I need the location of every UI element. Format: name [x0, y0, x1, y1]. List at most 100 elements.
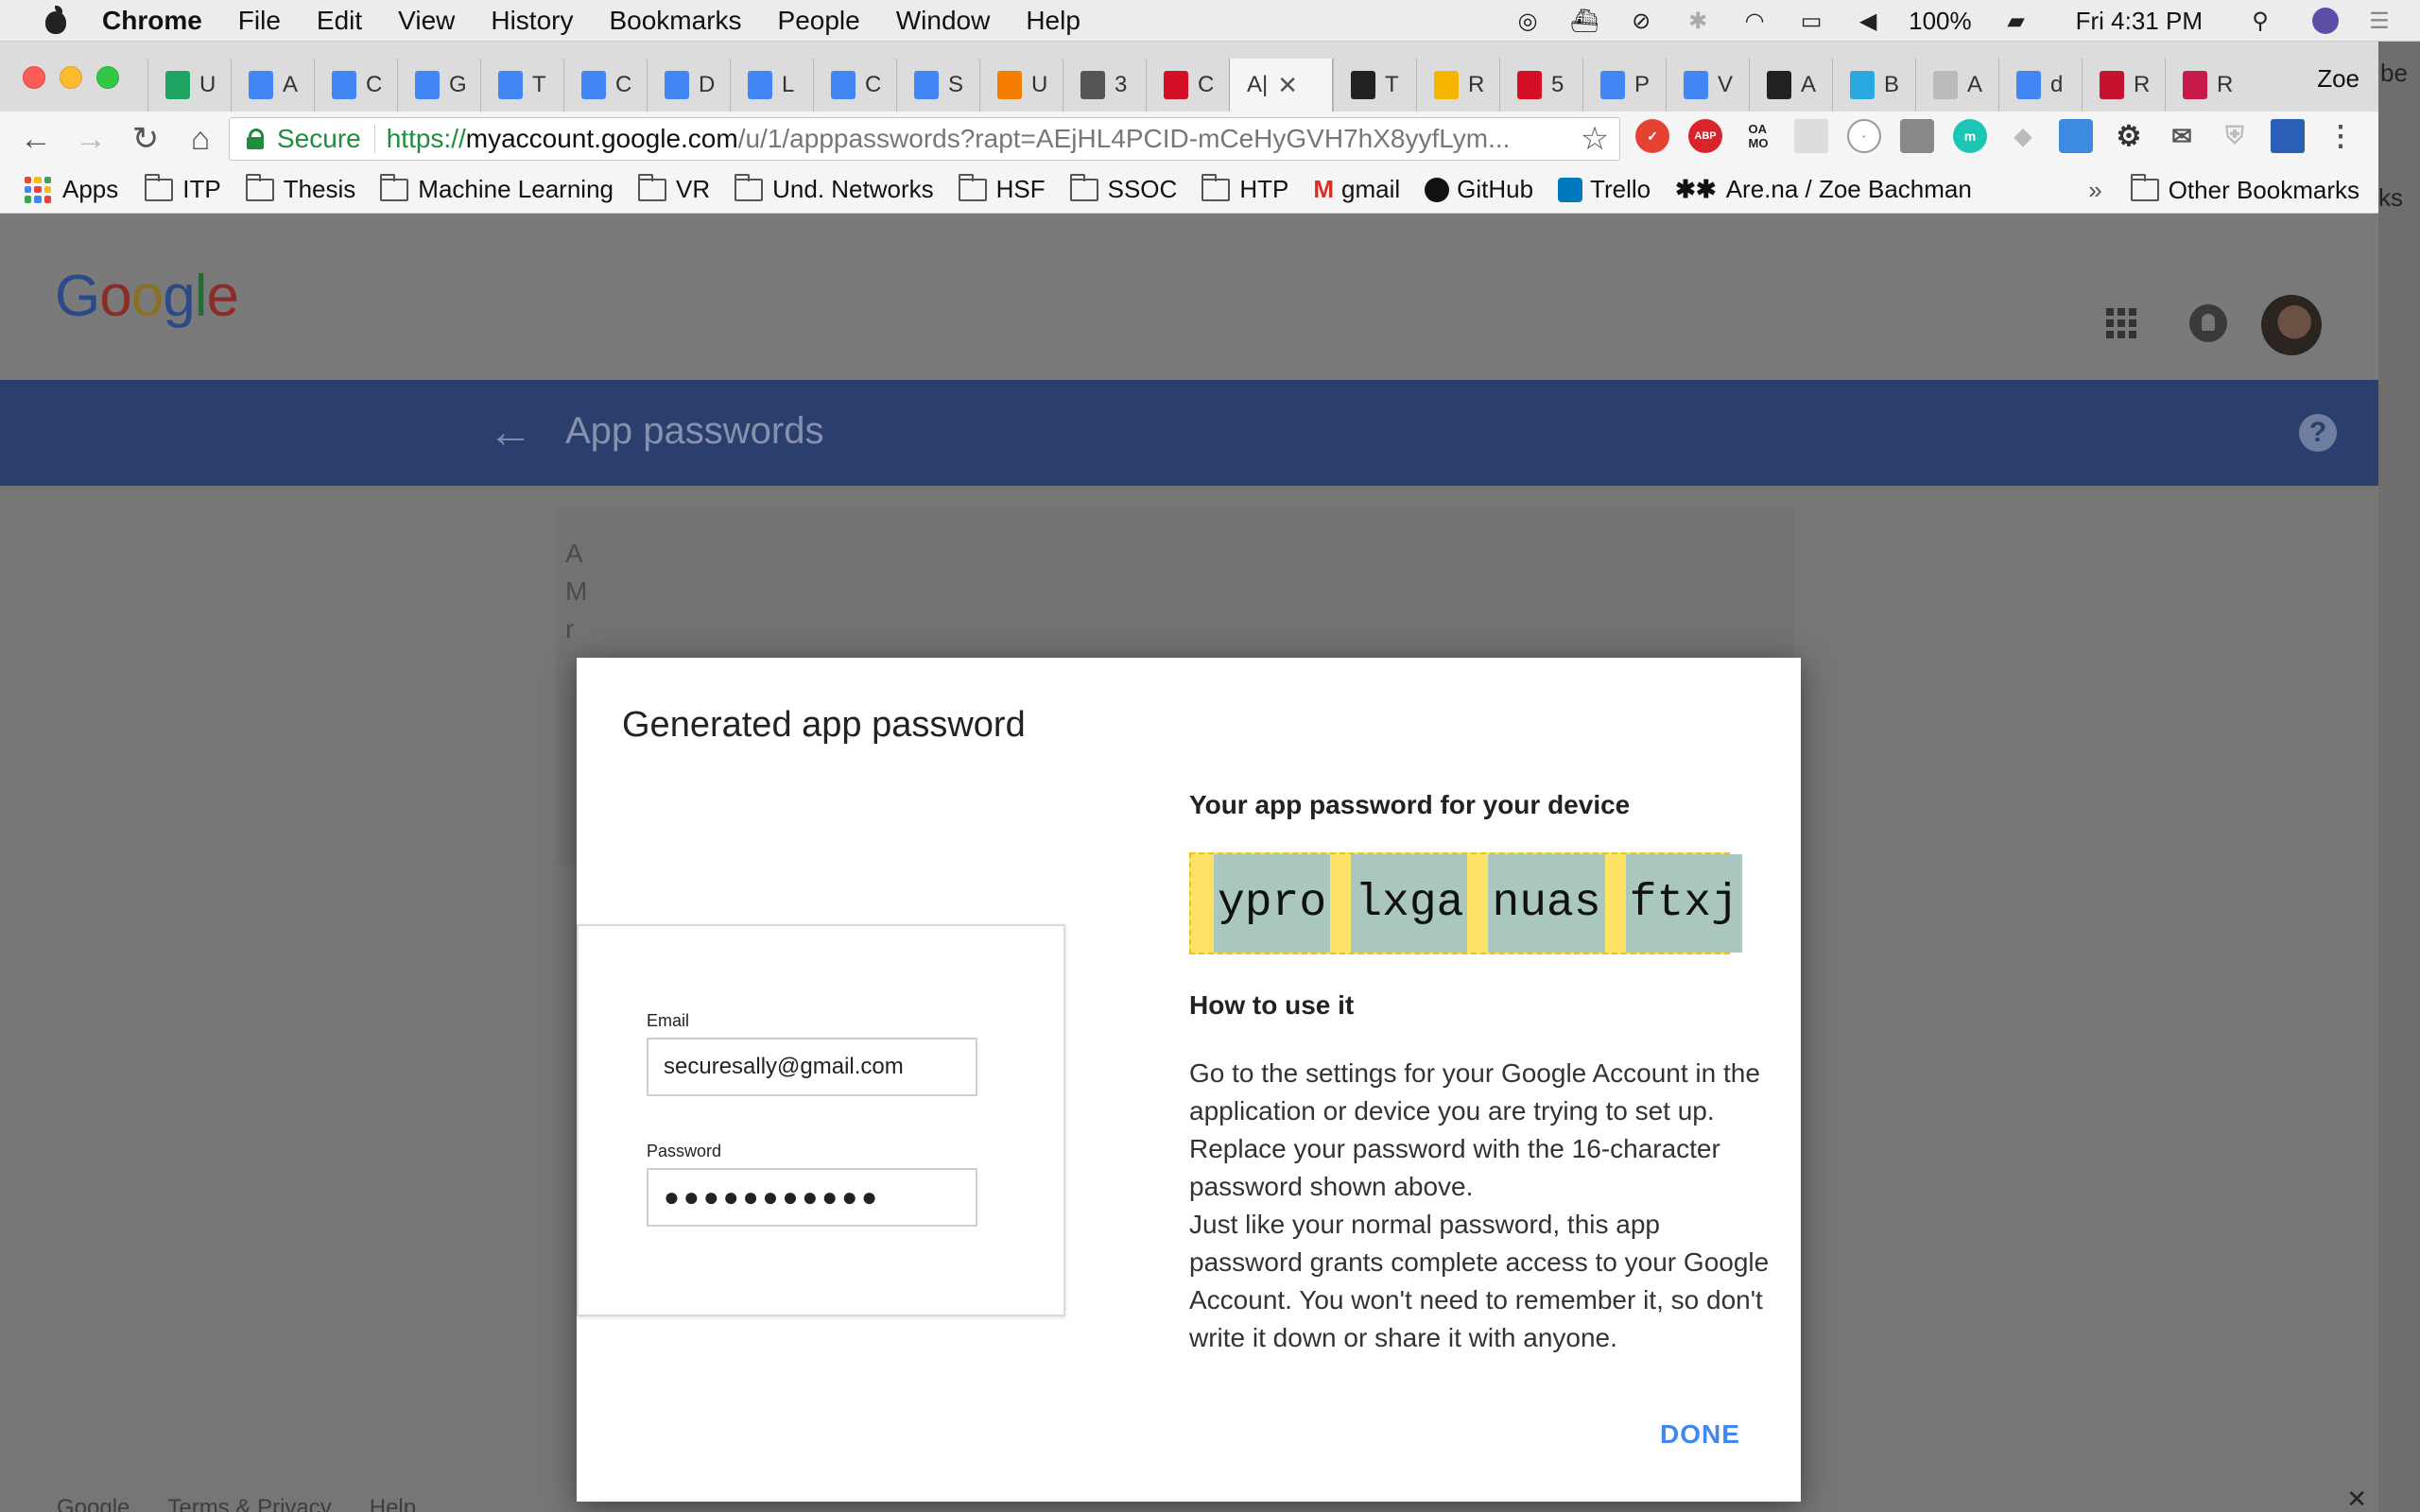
menu-bookmarks[interactable]: Bookmarks [609, 6, 741, 36]
menu-history[interactable]: History [491, 6, 573, 36]
bookmark-other-bookmarks[interactable]: Other Bookmarks [2130, 174, 2360, 205]
do-not-disturb-icon[interactable]: ⊘ [1625, 7, 1657, 35]
account-avatar[interactable] [2261, 295, 2322, 355]
bookmark-apps[interactable]: Apps [62, 175, 118, 204]
settings-gear-icon[interactable]: ⚙ [2112, 119, 2146, 153]
creative-cloud-icon[interactable]: ◎ [1512, 7, 1544, 35]
bookmark-trello[interactable]: Trello [1558, 175, 1651, 204]
menu-app-name[interactable]: Chrome [102, 6, 202, 36]
window-resize-icon[interactable] [2059, 119, 2093, 153]
wifi-icon[interactable]: ◠ [1738, 7, 1771, 35]
bookmark-extension-icon[interactable] [2271, 119, 2305, 153]
done-button[interactable]: DONE [1660, 1419, 1740, 1450]
privacy-shield-icon[interactable]: ⛨ [2218, 119, 2252, 153]
browser-tab[interactable]: R [2165, 59, 2248, 112]
zoom-window-button[interactable] [96, 66, 119, 89]
browser-tab[interactable]: R [2082, 59, 2165, 112]
mercury-extension-icon[interactable]: m [1953, 119, 1987, 153]
browser-tab[interactable]: C [563, 59, 647, 112]
volume-icon[interactable]: ◀ [1852, 7, 1884, 35]
footer-terms-link[interactable]: Terms & Privacy [167, 1495, 331, 1512]
browser-tab[interactable]: C [813, 59, 896, 112]
bluetooth-icon[interactable]: ✱ [1682, 7, 1714, 35]
footer-google-link[interactable]: Google [57, 1495, 130, 1512]
back-arrow-icon[interactable]: ← [17, 120, 55, 158]
browser-tab[interactable]: U [979, 59, 1063, 112]
siri-icon[interactable] [2312, 8, 2339, 34]
tab-active-app-passwords[interactable]: A| ✕ [1229, 59, 1333, 112]
battery-icon[interactable]: ▰ [2000, 7, 2032, 35]
bookmark-folder[interactable]: Machine Learning [380, 173, 614, 204]
lock-icon[interactable] [247, 129, 264, 149]
help-icon[interactable]: ? [2299, 414, 2337, 452]
bookmark-folder[interactable]: HSF [958, 173, 1046, 204]
menu-people[interactable]: People [778, 6, 860, 36]
browser-tab[interactable]: 3 [1063, 59, 1146, 112]
menu-window[interactable]: Window [896, 6, 991, 36]
adblock-plus-icon[interactable]: ABP [1688, 119, 1722, 153]
browser-tab[interactable]: C [314, 59, 397, 112]
browser-tab[interactable]: L [730, 59, 813, 112]
footer-help-link[interactable]: Help [370, 1495, 416, 1512]
evernote-clip-icon[interactable] [1900, 119, 1934, 153]
browser-tab[interactable]: U [147, 59, 231, 112]
browser-tab[interactable]: R [1416, 59, 1499, 112]
airplay-icon[interactable]: ▭ [1795, 7, 1827, 35]
browser-tab[interactable]: C [1146, 59, 1229, 112]
apple-logo-icon[interactable] [38, 5, 76, 36]
bookmark-github[interactable]: GitHub [1425, 175, 1533, 204]
browser-tab[interactable]: A [1915, 59, 1998, 112]
reload-icon[interactable]: ↻ [127, 120, 164, 158]
bookmark-folder[interactable]: VR [638, 173, 710, 204]
menu-view[interactable]: View [398, 6, 455, 36]
app-password-box[interactable]: ypro lxga nuas ftxj [1189, 852, 1742, 954]
bookmark-gmail[interactable]: M gmail [1313, 175, 1400, 204]
back-arrow-icon[interactable]: ← [488, 406, 533, 458]
close-window-button[interactable] [23, 66, 45, 89]
browser-tab[interactable]: T [1333, 59, 1416, 112]
dropbox-icon[interactable]: ◆ [2006, 119, 2040, 153]
browser-tab[interactable]: A [1749, 59, 1832, 112]
address-bar[interactable]: Secure https:// myaccount.google.com /u/… [229, 117, 1620, 161]
browser-tab[interactable]: B [1832, 59, 1915, 112]
browser-tab[interactable]: D [647, 59, 730, 112]
page-extension-icon[interactable] [1794, 119, 1828, 153]
bookmark-star-icon[interactable]: ☆ [1576, 120, 1614, 158]
spotlight-search-icon[interactable]: ⚲ [2244, 7, 2276, 35]
secure-label[interactable]: Secure [277, 124, 361, 154]
bookmark-folder[interactable]: ITP [145, 173, 221, 204]
todoist-extension-icon[interactable]: ✓ [1635, 119, 1669, 153]
menu-edit[interactable]: Edit [317, 6, 362, 36]
browser-tab[interactable]: 5 [1499, 59, 1582, 112]
menubar-clock[interactable]: Fri 4:31 PM [2076, 7, 2203, 36]
browser-tab[interactable]: T [480, 59, 563, 112]
browser-tab[interactable]: P [1582, 59, 1666, 112]
oamo-extension-icon[interactable]: OA MO [1741, 119, 1775, 153]
docker-whale-icon[interactable]: ⛴ [1568, 7, 1600, 35]
bookmarks-overflow-chevron[interactable]: » [2088, 176, 2101, 205]
bookmark-folder[interactable]: Und. Networks [735, 173, 934, 204]
chrome-profile-name[interactable]: Zoe [2317, 64, 2360, 94]
chrome-menu-icon[interactable]: ⋮ [2324, 119, 2358, 153]
browser-tab[interactable]: G [397, 59, 480, 112]
notification-center-icon[interactable]: ☰ [2363, 7, 2395, 35]
menu-file[interactable]: File [238, 6, 281, 36]
bookmark-folder[interactable]: Thesis [245, 173, 355, 204]
google-apps-icon[interactable] [2106, 308, 2136, 338]
menu-help[interactable]: Help [1026, 6, 1080, 36]
mail-check-icon[interactable]: ✉ [2165, 119, 2199, 153]
browser-tab[interactable]: A [231, 59, 314, 112]
browser-tab[interactable]: d [1998, 59, 2082, 112]
google-logo[interactable]: Google [55, 263, 239, 330]
browser-tab[interactable]: S [896, 59, 979, 112]
close-tab-icon[interactable]: ✕ [1277, 71, 1298, 100]
bookmark-folder[interactable]: HTP [1201, 173, 1288, 204]
notifications-bell-icon[interactable] [2189, 304, 2227, 342]
apps-grid-icon[interactable] [25, 176, 51, 203]
bookmark-arena[interactable]: ✱✱ Are.na / Zoe Bachman [1675, 175, 1972, 204]
close-icon[interactable]: ✕ [2346, 1485, 2367, 1512]
browser-tab[interactable]: V [1666, 59, 1749, 112]
forward-arrow-icon[interactable]: → [72, 120, 110, 158]
minimize-window-button[interactable] [60, 66, 82, 89]
home-icon[interactable]: ⌂ [182, 120, 219, 158]
